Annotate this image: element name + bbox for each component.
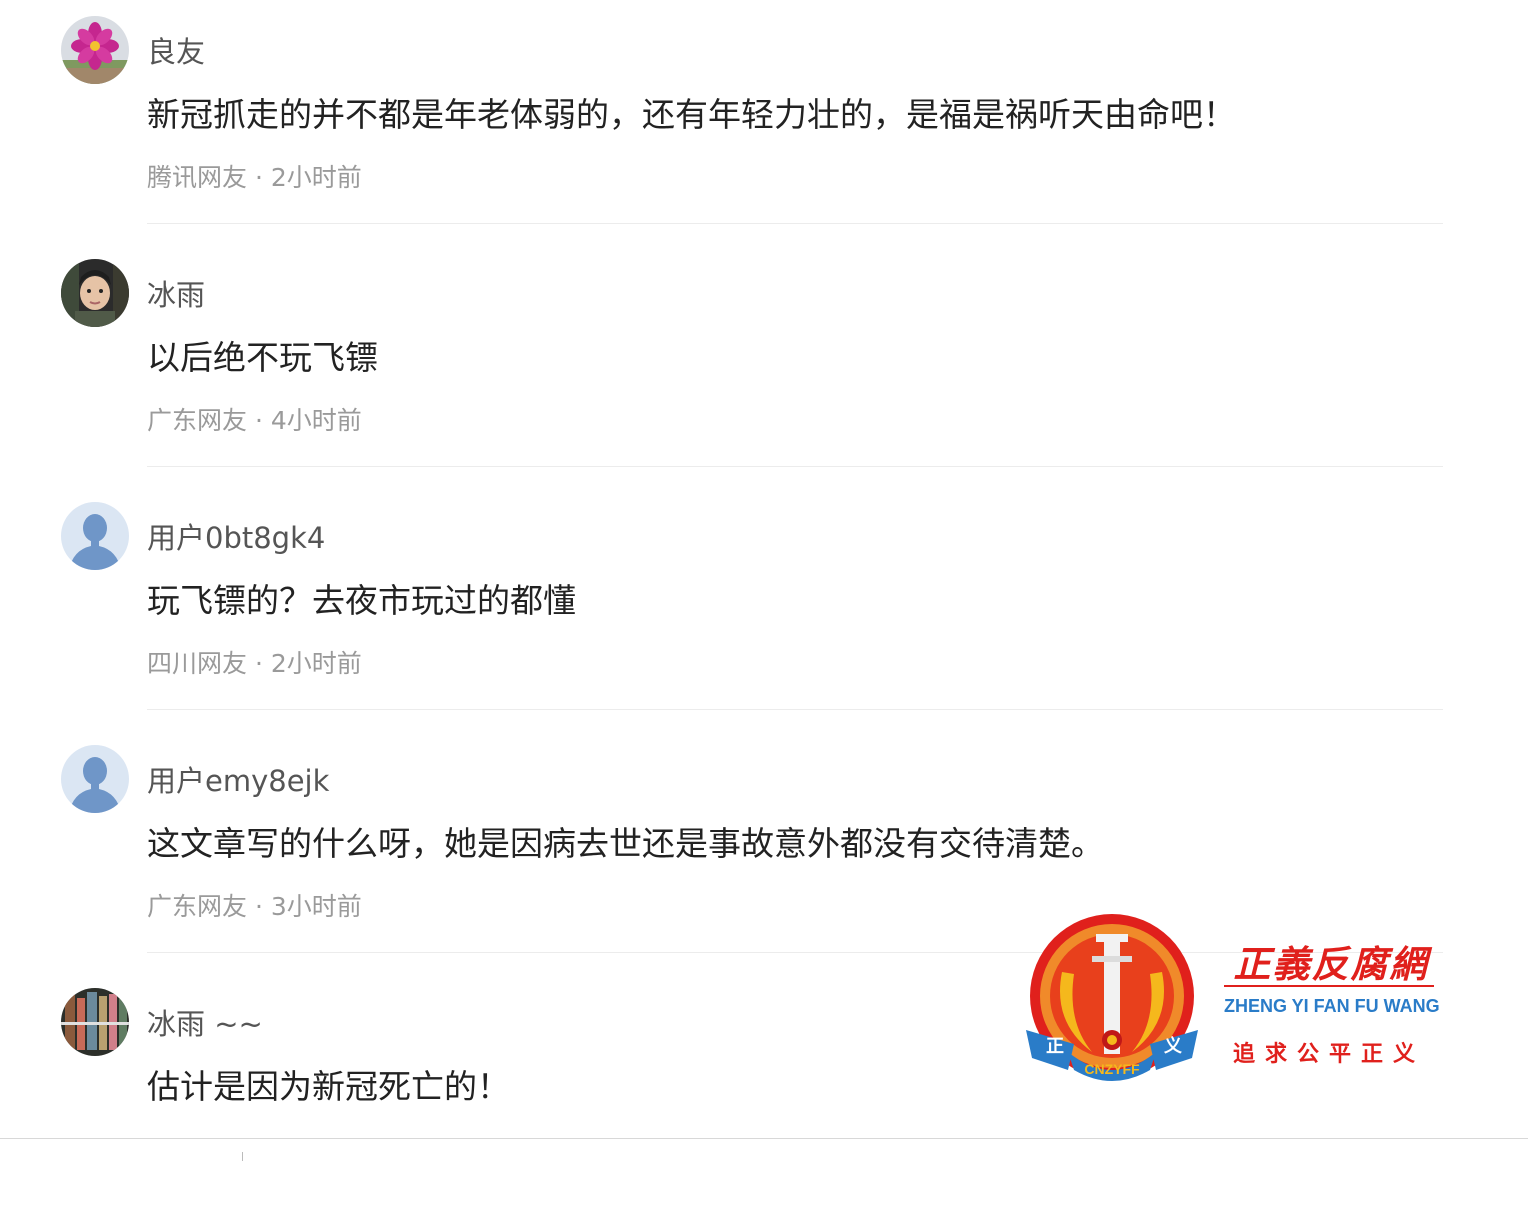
emblem-text: CNZYFF bbox=[1084, 1061, 1140, 1077]
comment-item: 冰雨 以后绝不玩飞镖 广东网友 · 4小时前 bbox=[0, 243, 1528, 486]
comment-item: 良友 新冠抓走的并不都是年老体弱的，还有年轻力壮的，是福是祸听天由命吧！ 腾讯网… bbox=[0, 0, 1528, 243]
emblem-left-char: 正 bbox=[1046, 1036, 1064, 1057]
divider bbox=[147, 466, 1443, 467]
watermark-rule bbox=[1224, 985, 1434, 987]
comment-meta-partial bbox=[147, 1129, 377, 1138]
comment-text: 估计是因为新冠死亡的！ bbox=[147, 1067, 510, 1106]
comment-username[interactable]: 良友 bbox=[147, 32, 205, 72]
user-avatar-bookshelf[interactable] bbox=[61, 988, 129, 1056]
comment-meta: 腾讯网友 · 2小时前 bbox=[147, 163, 362, 192]
comment-item: 用户0bt8gk4 玩飞镖的？去夜市玩过的都懂 四川网友 · 2小时前 bbox=[0, 486, 1528, 729]
watermark-slogan: 追求公平正义 bbox=[1232, 1042, 1425, 1067]
emblem-logo-icon: 正 义 CNZYFF bbox=[1026, 914, 1198, 1081]
site-watermark: 正 义 CNZYFF 正義反腐網 ZHENG YI FAN FU WANG 追求… bbox=[1022, 912, 1442, 1087]
user-avatar-flower[interactable] bbox=[61, 16, 129, 84]
watermark-title: 正義反腐網 bbox=[1233, 942, 1429, 986]
bottom-tick bbox=[242, 1152, 243, 1161]
comment-username[interactable]: 用户emy8ejk bbox=[147, 761, 329, 801]
divider bbox=[147, 709, 1443, 710]
comment-username[interactable]: 用户0bt8gk4 bbox=[147, 518, 325, 558]
default-user-icon[interactable] bbox=[61, 745, 129, 813]
comment-text: 新冠抓走的并不都是年老体弱的，还有年轻力壮的，是福是祸听天由命吧！ bbox=[147, 95, 1236, 134]
comment-text: 以后绝不玩飞镖 bbox=[147, 338, 378, 377]
emblem-right-char: 义 bbox=[1164, 1035, 1182, 1057]
comment-username[interactable]: 冰雨 ~~ bbox=[147, 1004, 263, 1044]
comment-meta: 四川网友 · 2小时前 bbox=[147, 649, 362, 678]
default-user-icon[interactable] bbox=[61, 502, 129, 570]
comment-meta: 广东网友 · 4小时前 bbox=[147, 406, 362, 435]
bottom-bar bbox=[0, 1138, 1528, 1162]
comment-username[interactable]: 冰雨 bbox=[147, 275, 205, 315]
watermark-pinyin: ZHENG YI FAN FU WANG bbox=[1224, 996, 1440, 1016]
comment-text: 玩飞镖的？去夜市玩过的都懂 bbox=[147, 581, 576, 620]
comment-text: 这文章写的什么呀，她是因病去世还是事故意外都没有交待清楚。 bbox=[147, 824, 1104, 863]
user-avatar-child-photo[interactable] bbox=[61, 259, 129, 327]
divider bbox=[147, 223, 1443, 224]
comment-meta: 广东网友 · 3小时前 bbox=[147, 892, 362, 921]
